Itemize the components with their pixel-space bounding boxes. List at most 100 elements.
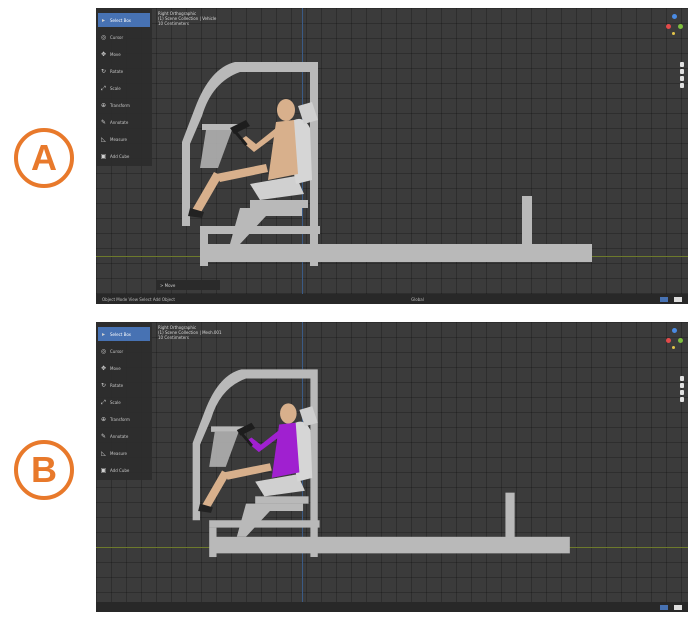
tool-label: Rotate: [110, 382, 124, 388]
occupant-torso: [268, 120, 298, 180]
tool-label: Annotate: [110, 433, 129, 439]
tool-label: Add Cube: [110, 467, 130, 473]
tool-label: Add Cube: [110, 153, 130, 159]
last-operator-panel[interactable]: > Move: [156, 280, 220, 290]
viewport-a[interactable]: ▸ Select Box ◎ Cursor ✥ Move ↻ Rotate ⤢ Scale…: [96, 8, 688, 304]
tool-label: Select Box: [110, 17, 132, 23]
chassis-beam: [202, 244, 592, 262]
move-icon: ✥: [100, 364, 107, 372]
floor-rail: [200, 226, 320, 234]
shading-icon[interactable]: [660, 296, 668, 302]
steering-wheel: [230, 120, 250, 134]
overlay-icon[interactable]: [674, 604, 682, 610]
rear-post: [505, 492, 515, 539]
add-cube-icon: ▣: [100, 152, 107, 160]
tool-annotate[interactable]: ✎ Annotate: [98, 429, 150, 443]
occupant-head: [277, 99, 295, 121]
viewport-b[interactable]: ▸ Select Box ◎ Cursor ✥ Move ↻ Rotate ⤢ Scale…: [96, 322, 688, 612]
zoom-icon[interactable]: [680, 62, 684, 67]
transform-icon: ⊕: [100, 415, 107, 423]
occupant-arm: [240, 128, 278, 152]
perspective-icon[interactable]: [680, 83, 684, 88]
occupant-thigh: [223, 463, 272, 480]
view-controls: [680, 374, 686, 404]
pan-icon[interactable]: [680, 69, 684, 74]
occupant-shin: [192, 172, 222, 214]
tool-label: Annotate: [110, 119, 129, 125]
tool-label: Measure: [110, 450, 127, 456]
occupant-arm: [246, 430, 281, 453]
vehicle-model[interactable]: [182, 62, 592, 266]
tool-measure[interactable]: ◺ Measure: [98, 446, 150, 460]
tool-rotate[interactable]: ↻ Rotate: [98, 378, 150, 392]
viewport-info: Right Orthographic (1) Scene Collection …: [158, 325, 222, 340]
y-axis-icon[interactable]: [678, 24, 683, 29]
tool-scale[interactable]: ⤢ Scale: [98, 395, 150, 409]
rear-post: [522, 196, 532, 246]
tool-shelf: ▸ Select Box ◎ Cursor ✥ Move ↻ Rotate ⤢ Scale…: [96, 322, 152, 480]
move-icon: ✥: [100, 50, 107, 58]
tool-transform[interactable]: ⊕ Transform: [98, 98, 150, 112]
annotate-icon: ✎: [100, 118, 107, 126]
grid-scale: 10 Centimeters: [158, 21, 189, 26]
measure-icon: ◺: [101, 135, 106, 143]
camera-icon[interactable]: [680, 390, 684, 395]
tool-label: Rotate: [110, 68, 124, 74]
x-axis-icon[interactable]: [666, 24, 671, 29]
navigation-gizmo[interactable]: [666, 326, 684, 356]
tool-label: Transform: [110, 416, 130, 422]
seat-base-rail: [250, 200, 308, 208]
navigation-gizmo[interactable]: [666, 12, 684, 42]
occupant-thigh: [216, 164, 268, 182]
view-controls: [680, 60, 686, 90]
vehicle-model[interactable]: [192, 369, 570, 558]
view-center-icon: [672, 32, 675, 35]
tool-label: Move: [110, 51, 121, 57]
grid-scale: 10 Centimeters: [158, 335, 189, 340]
view-center-icon: [672, 346, 675, 349]
tool-select-box[interactable]: ▸ Select Box: [98, 13, 150, 27]
x-axis-icon[interactable]: [666, 338, 671, 343]
shading-icon[interactable]: [660, 604, 668, 610]
tool-add-cube[interactable]: ▣ Add Cube: [98, 463, 150, 477]
transform-orientation[interactable]: Global: [411, 297, 424, 302]
tool-cursor[interactable]: ◎ Cursor: [98, 30, 150, 44]
z-axis-icon[interactable]: [672, 328, 677, 333]
tool-measure[interactable]: ◺ Measure: [98, 132, 150, 146]
tool-select-box[interactable]: ▸ Select Box: [98, 327, 150, 341]
tool-shelf: ▸ Select Box ◎ Cursor ✥ Move ↻ Rotate ⤢ Scale…: [96, 8, 152, 166]
header-bar: Object Mode View Select Add Object Globa…: [96, 294, 688, 304]
rotate-icon: ↻: [100, 381, 107, 389]
vehicle-scene-b[interactable]: [96, 322, 688, 612]
occupant-head: [280, 403, 297, 424]
tool-move[interactable]: ✥ Move: [98, 361, 150, 375]
z-axis-icon[interactable]: [672, 14, 677, 19]
vehicle-scene-a[interactable]: [96, 8, 688, 304]
occupant-torso: [271, 422, 300, 478]
floor-rail: [209, 520, 320, 528]
tool-transform[interactable]: ⊕ Transform: [98, 412, 150, 426]
tool-annotate[interactable]: ✎ Annotate: [98, 115, 150, 129]
overlay-icon[interactable]: [674, 296, 682, 302]
tool-cursor[interactable]: ◎ Cursor: [98, 344, 150, 358]
pan-icon[interactable]: [680, 383, 684, 388]
steering-wheel: [236, 422, 256, 436]
seat-riser: [236, 503, 304, 537]
mode-menu[interactable]: Object Mode View Select Add Object: [102, 297, 175, 302]
tool-add-cube[interactable]: ▣ Add Cube: [98, 149, 150, 163]
scale-icon: ⤢: [101, 398, 106, 406]
transform-icon: ⊕: [100, 101, 107, 109]
tool-label: Cursor: [110, 348, 124, 354]
perspective-icon[interactable]: [680, 397, 684, 402]
select-box-icon: ▸: [101, 16, 105, 24]
tool-rotate[interactable]: ↻ Rotate: [98, 64, 150, 78]
tool-scale[interactable]: ⤢ Scale: [98, 81, 150, 95]
tool-label: Transform: [110, 102, 130, 108]
y-axis-icon[interactable]: [678, 338, 683, 343]
dash-panel: [200, 130, 232, 168]
tool-move[interactable]: ✥ Move: [98, 47, 150, 61]
marker-b: B: [14, 440, 74, 500]
zoom-icon[interactable]: [680, 376, 684, 381]
camera-icon[interactable]: [680, 76, 684, 81]
tool-label: Move: [110, 365, 121, 371]
